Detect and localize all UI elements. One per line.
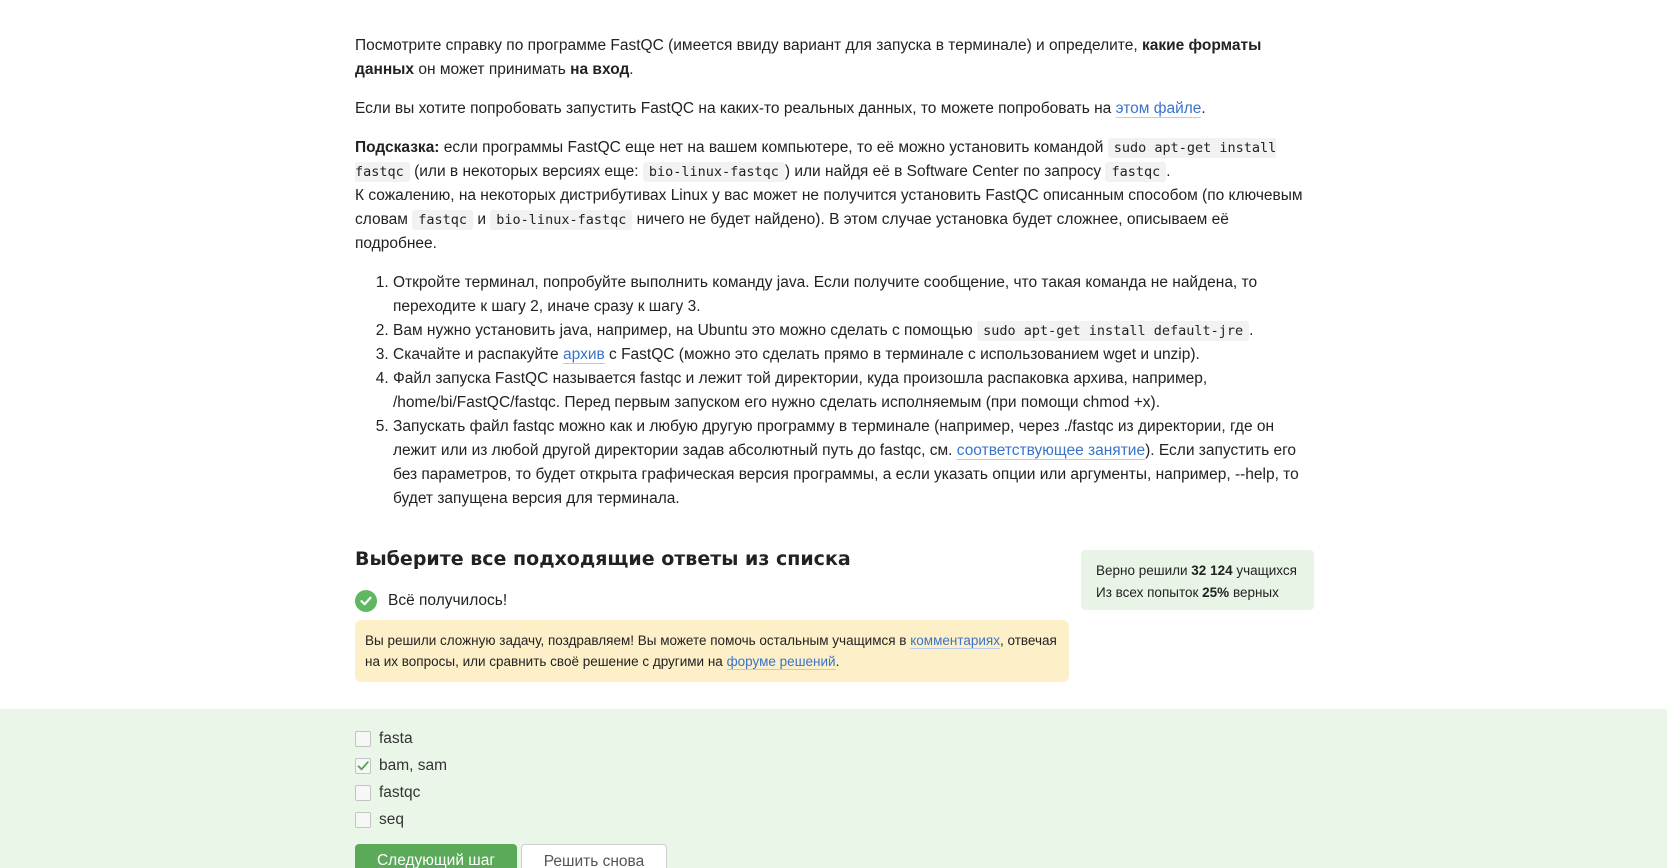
checkbox[interactable] xyxy=(355,784,371,801)
text: с FastQC (можно это сделать прямо в терм… xyxy=(604,346,1200,363)
text: Вы решили сложную задачу, поздравляем! В… xyxy=(365,633,911,648)
step-3: Скачайте и распакуйте архив с FastQC (мо… xyxy=(393,343,1315,367)
text: Верно решили xyxy=(1096,563,1192,578)
hint-label: Подсказка: xyxy=(355,139,440,156)
text: . xyxy=(1201,100,1206,117)
step-1: Откройте терминал, попробуйте выполнить … xyxy=(393,271,1315,319)
option-label: bam, sam xyxy=(379,756,448,774)
next-step-button[interactable]: Следующий шаг xyxy=(355,844,517,868)
text: Если вы хотите попробовать запустить Fas… xyxy=(355,100,1116,117)
stats-accuracy: Из всех попыток 25% верных xyxy=(1096,582,1299,604)
text: Скачайте и распакуйте xyxy=(393,346,563,363)
file-link[interactable]: этом файле xyxy=(1115,100,1202,118)
solutions-forum-link[interactable]: форуме решений xyxy=(726,654,836,670)
solve-again-button[interactable]: Решить снова xyxy=(521,844,667,868)
hint-paragraph: Подсказка: если программы FastQC еще нет… xyxy=(355,136,1315,256)
code-snippet: sudo apt-get install default-jre xyxy=(977,321,1250,341)
answers-area xyxy=(0,709,1667,868)
congrats-notice: Вы решили сложную задачу, поздравляем! В… xyxy=(355,620,1069,682)
text: Из всех попыток xyxy=(1096,585,1203,600)
task-paragraph-1: Посмотрите справку по программе FastQC (… xyxy=(355,34,1315,82)
lesson-link[interactable]: соответствующее занятие xyxy=(956,442,1146,460)
text: он может принимать xyxy=(414,61,571,78)
code-snippet: bio-linux-fastqc xyxy=(490,210,633,230)
bold-text: на вход xyxy=(570,61,630,78)
text: ) или найдя её в Software Center по запр… xyxy=(784,163,1106,180)
text: и xyxy=(473,211,491,228)
option-fasta[interactable]: fasta xyxy=(355,725,447,752)
option-seq[interactable]: seq xyxy=(355,806,447,833)
task-paragraph-2: Если вы хотите попробовать запустить Fas… xyxy=(355,97,1315,121)
install-steps-list: Откройте терминал, попробуйте выполнить … xyxy=(355,271,1315,511)
text: верных xyxy=(1229,585,1279,600)
page: Посмотрите справку по программе FastQC (… xyxy=(0,0,1673,868)
comments-link[interactable]: комментариях xyxy=(910,633,1000,649)
step-2: Вам нужно установить java, например, на … xyxy=(393,319,1315,343)
stats-solved: Верно решили 32 124 учащихся xyxy=(1096,560,1299,582)
text: . xyxy=(835,654,840,669)
text: Вам нужно установить java, например, на … xyxy=(393,322,978,339)
checkmark-icon xyxy=(357,760,369,770)
option-label: fasta xyxy=(379,729,413,747)
solved-count: 32 124 xyxy=(1191,563,1233,578)
option-label: seq xyxy=(379,810,404,828)
answer-options: fasta bam, sam fastqc seq xyxy=(355,725,447,833)
step-4: Файл запуска FastQC называется fastqc и … xyxy=(393,367,1315,415)
option-bam-sam[interactable]: bam, sam xyxy=(355,752,447,779)
code-snippet: fastqc xyxy=(412,210,474,230)
text: . xyxy=(629,61,634,78)
success-status: Всё получилось! xyxy=(355,590,507,612)
option-fastqc[interactable]: fastqc xyxy=(355,779,447,806)
code-snippet: fastqc xyxy=(1105,162,1167,182)
quiz-title: Выберите все подходящие ответы из списка xyxy=(355,548,851,570)
checkbox[interactable] xyxy=(355,730,371,747)
stats-box: Верно решили 32 124 учащихся Из всех поп… xyxy=(1081,550,1314,610)
step-5: Запускать файл fastqc можно как и любую … xyxy=(393,415,1315,511)
checkbox-checked[interactable] xyxy=(355,757,371,774)
success-text: Всё получилось! xyxy=(388,592,508,609)
archive-link[interactable]: архив xyxy=(563,346,605,364)
text: учащихся xyxy=(1232,563,1297,578)
text: если программы FastQC еще нет на вашем к… xyxy=(439,139,1108,156)
text: . xyxy=(1249,322,1254,339)
text: . xyxy=(1166,163,1171,180)
accuracy-percent: 25% xyxy=(1202,585,1230,600)
checkbox[interactable] xyxy=(355,811,371,828)
text: (или в некоторых версиях еще: xyxy=(409,163,643,180)
option-label: fastqc xyxy=(379,783,421,801)
checkmark-circle-icon xyxy=(355,590,377,612)
code-snippet: bio-linux-fastqc xyxy=(642,162,785,182)
text: Посмотрите справку по программе FastQC (… xyxy=(355,37,1142,54)
task-description: Посмотрите справку по программе FastQC (… xyxy=(355,34,1315,511)
